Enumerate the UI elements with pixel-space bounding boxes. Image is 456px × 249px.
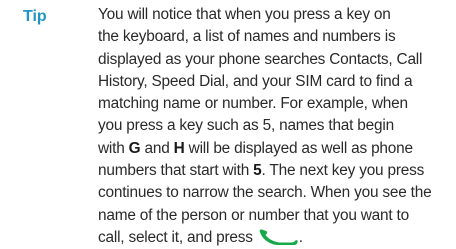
tip-block: Tip You will notice that when you press …: [0, 0, 456, 249]
tip-text: .: [298, 228, 303, 246]
tip-line: History, Speed Dial, and your SIM card t…: [98, 72, 413, 90]
bold-key-g: G: [128, 139, 141, 157]
tip-text: call, select it, and press: [98, 228, 253, 246]
bold-key-5: 5: [253, 162, 262, 180]
tip-line: matching name or number. For example, wh…: [98, 95, 408, 113]
tip-label: Tip: [23, 8, 47, 25]
bold-key-h: H: [173, 139, 185, 157]
tip-body: You will notice that when you press a ke…: [98, 4, 434, 249]
tip-line: displayed as your phone searches Contact…: [98, 50, 423, 68]
tip-line: the keyboard, a list of names and number…: [98, 28, 396, 46]
tip-line: you press a key such as 5, names that be…: [98, 117, 394, 135]
tip-text: . The next key you press: [261, 162, 425, 180]
tip-text: and: [140, 139, 174, 157]
tip-line: You will notice that when you press a ke…: [98, 6, 391, 23]
send-key-icon: [259, 229, 298, 245]
tip-line: continues to narrow the search. When you…: [98, 184, 432, 202]
tip-line: numbers that start with 5. The next key …: [98, 160, 434, 182]
tip-line: with G and H will be displayed as well a…: [98, 138, 434, 160]
tip-line: call, select it, and press .: [98, 227, 434, 249]
tip-line: name of the person or number that you wa…: [98, 206, 409, 224]
tip-text: numbers that start with: [98, 162, 254, 180]
tip-text: will be displayed as well as phone: [184, 139, 413, 157]
tip-text: with: [98, 139, 129, 157]
